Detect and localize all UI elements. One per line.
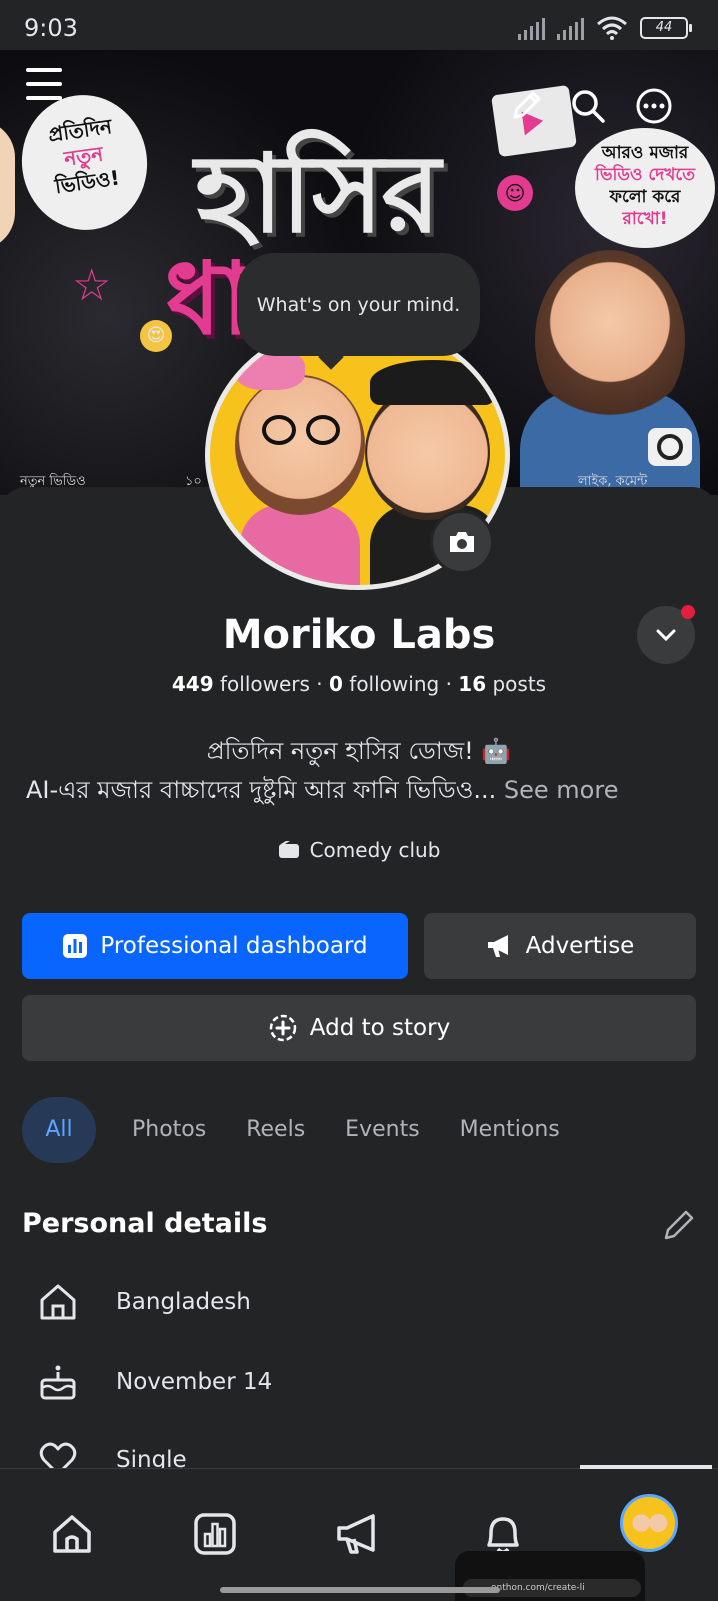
category-label: Comedy club [309,838,441,862]
avatar-bow [235,350,305,390]
bio-line-1: প্রতিদিন নতুন হাসির ডোজ! 🤖 [206,737,512,765]
cover-kid-right [535,250,685,430]
following-label[interactable]: following [349,672,439,696]
nav-megaphone-icon[interactable] [333,1509,383,1559]
edit-icon[interactable] [506,86,546,126]
bio-line-2: AI-এর মজার বাচ্চাদের দুষ্টুমি আর ফানি ভি… [26,772,618,812]
battery-icon: 44 [640,17,692,39]
gesture-home-bar[interactable] [220,1587,500,1593]
status-icons: 44 [518,16,692,40]
followers-count: 449 [171,672,214,696]
advertise-label: Advertise [525,933,635,959]
status-time: 9:03 [24,14,78,42]
clapperboard-small-icon [278,841,299,858]
personal-details-title: Personal details [22,1208,268,1239]
mini-browser-window[interactable]: onthon.com/create-li [455,1551,645,1601]
followers-label[interactable]: followers [220,672,310,696]
star-icon: ☆ [72,260,112,311]
bubble-right-line: ফলো করে [609,187,681,207]
heart-eyes-emoji-icon: 😍 [140,320,172,352]
nav-home-icon[interactable] [47,1509,97,1559]
add-to-story-label: Add to story [309,1015,451,1041]
stats-separator: · [445,672,452,696]
profile-camera-icon[interactable] [430,510,494,574]
signal-icon [518,16,545,40]
advertise-button[interactable]: Advertise [424,913,696,979]
bubble-right-line: ভিডিও দেখতে [595,165,695,185]
nav-profile-avatar[interactable] [620,1494,678,1552]
tab-mentions[interactable]: Mentions [440,1097,580,1163]
detail-location-text: Bangladesh [116,1289,251,1315]
chevron-down-icon [656,629,676,642]
tab-all[interactable]: All [22,1097,96,1163]
posts-label: posts [492,672,547,696]
whats-on-your-mind-bubble[interactable]: What's on your mind. [237,253,480,356]
tab-events[interactable]: Events [325,1097,440,1163]
professional-dashboard-button[interactable]: Professional dashboard [22,913,408,979]
page-category: Comedy club [0,838,718,862]
home-icon [40,1284,76,1320]
more-options-icon[interactable] [634,86,674,126]
smiley-icon: ☺ [497,175,533,211]
status-bar: 9:03 44 [0,0,718,50]
nav-dashboard-icon[interactable] [190,1509,240,1559]
avatar-baby1 [235,375,365,515]
tab-photos[interactable]: Photos [112,1097,226,1163]
posts-count: 16 [458,672,487,696]
profile-tabs: All Photos Reels Events Mentions [22,1097,580,1163]
megaphone-icon [487,935,508,957]
bubble-right-line: আরও মজার [601,143,689,163]
tab-reels[interactable]: Reels [226,1097,325,1163]
stats-separator: · [316,672,323,696]
edit-details-icon[interactable] [660,1208,696,1244]
professional-dashboard-label: Professional dashboard [100,933,368,959]
menu-icon[interactable] [26,68,62,102]
detail-birthday-text: November 14 [116,1369,273,1395]
cover-camera-icon[interactable] [648,428,692,466]
profile-name: Moriko Labs [222,612,496,658]
bubble-right-line: রাখো! [622,209,668,229]
detail-birthday: November 14 [36,1360,272,1404]
search-icon[interactable] [568,86,608,126]
signal-icon-2 [557,16,584,40]
detail-location: Bangladesh [36,1280,251,1324]
notification-dot [681,605,695,619]
see-more-link[interactable]: See more [504,776,619,804]
following-count: 0 [329,672,343,696]
cake-icon [40,1365,76,1400]
wifi-icon [597,16,627,40]
bio-line-2-text: AI-এর মজার বাচ্চাদের দুষ্টুমি আর ফানি ভি… [26,776,497,804]
bottom-navigation: onthon.com/create-li [0,1465,718,1601]
bar-chart-icon [63,934,88,958]
add-circle-icon [269,1014,297,1042]
avatar-glasses [262,415,347,445]
avatar-baby1-body [240,505,360,585]
cover-bubble-right: আরও মজার ভিডিও দেখতে ফলো করে রাখো! [575,128,715,248]
avatar-baby2 [365,385,490,520]
active-tab-indicator [580,1465,712,1469]
add-to-story-button[interactable]: Add to story [22,995,696,1061]
profile-stats: 449 followers · 0 following · 16 posts [0,672,718,696]
avatar-cap [370,360,495,405]
